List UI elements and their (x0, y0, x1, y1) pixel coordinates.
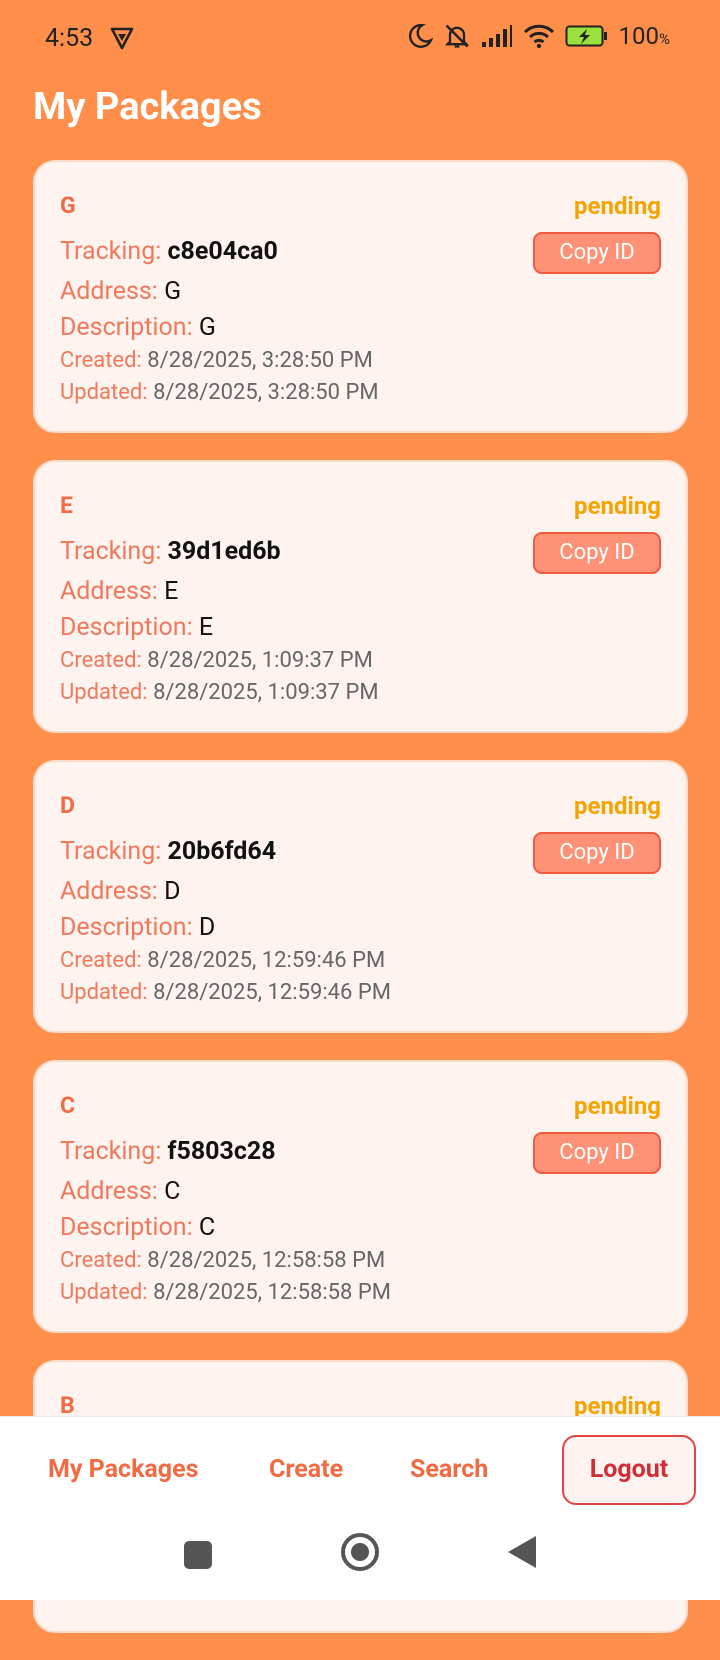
package-card: G pending Copy ID Tracking: c8e04ca0 Add… (33, 160, 688, 433)
copy-id-button[interactable]: Copy ID (533, 1132, 661, 1174)
created-value: 8/28/2025, 12:59:46 PM (147, 948, 386, 973)
package-name: E (60, 492, 73, 519)
description-row: Description: C (60, 1213, 215, 1242)
bell-off-icon (444, 24, 469, 48)
vpn-shield-icon (110, 27, 134, 50)
package-card: E pending Copy ID Tracking: 39d1ed6b Add… (33, 460, 688, 733)
status-badge: pending (574, 192, 661, 220)
description-row: Description: E (60, 613, 213, 642)
address-label: Address: (60, 277, 158, 306)
tracking-id: c8e04ca0 (167, 237, 278, 266)
description-value: D (198, 913, 216, 942)
updated-row: Updated: 8/28/2025, 1:09:37 PM (60, 680, 379, 705)
address-row: Address: G (60, 277, 181, 306)
description-label: Description: (60, 313, 193, 342)
updated-label: Updated: (60, 980, 148, 1005)
address-value: C (164, 1177, 181, 1206)
description-value: G (198, 313, 216, 342)
home-square-icon[interactable] (183, 1540, 213, 1570)
tracking-row: Tracking: c8e04ca0 (60, 237, 278, 266)
updated-label: Updated: (60, 380, 148, 405)
nav-my-packages[interactable]: My Packages (48, 1455, 198, 1484)
nav-search[interactable]: Search (410, 1455, 488, 1484)
tracking-id: 39d1ed6b (167, 537, 281, 566)
copy-id-button[interactable]: Copy ID (533, 832, 661, 874)
created-row: Created: 8/28/2025, 3:28:50 PM (60, 348, 373, 373)
address-row: Address: C (60, 1177, 180, 1206)
signal-icon (481, 25, 512, 47)
battery-charging-icon (565, 25, 607, 47)
copy-id-button[interactable]: Copy ID (533, 232, 661, 274)
description-label: Description: (60, 1213, 193, 1242)
tracking-label: Tracking: (60, 237, 162, 266)
tracking-label: Tracking: (60, 537, 162, 566)
tracking-id: f5803c28 (167, 1137, 276, 1166)
nav-create[interactable]: Create (269, 1455, 343, 1484)
status-badge: pending (574, 1092, 661, 1120)
status-time: 4:53 (45, 24, 94, 53)
created-row: Created: 8/28/2025, 12:59:46 PM (60, 948, 385, 973)
address-label: Address: (60, 577, 158, 606)
created-label: Created: (60, 648, 142, 673)
status-bar: 4:53 100% (0, 0, 720, 78)
created-label: Created: (60, 348, 142, 373)
updated-row: Updated: 8/28/2025, 12:58:58 PM (60, 1280, 391, 1305)
tracking-row: Tracking: f5803c28 (60, 1137, 276, 1166)
battery-level: 100 (618, 22, 659, 50)
tracking-label: Tracking: (60, 1137, 162, 1166)
address-label: Address: (60, 1177, 158, 1206)
created-value: 8/28/2025, 3:28:50 PM (147, 348, 373, 373)
created-label: Created: (60, 1248, 142, 1273)
address-value: G (164, 277, 182, 306)
updated-value: 8/28/2025, 1:09:37 PM (153, 680, 379, 705)
package-card: D pending Copy ID Tracking: 20b6fd64 Add… (33, 760, 688, 1033)
status-badge: pending (574, 792, 661, 820)
recents-circle-icon[interactable] (340, 1532, 380, 1572)
address-value: E (164, 577, 179, 606)
tracking-label: Tracking: (60, 837, 162, 866)
created-row: Created: 8/28/2025, 12:58:58 PM (60, 1248, 385, 1273)
description-row: Description: G (60, 313, 216, 342)
created-value: 8/28/2025, 1:09:37 PM (147, 648, 373, 673)
system-nav-bar (0, 1520, 720, 1600)
created-row: Created: 8/28/2025, 1:09:37 PM (60, 648, 373, 673)
address-row: Address: E (60, 577, 178, 606)
package-card: C pending Copy ID Tracking: f5803c28 Add… (33, 1060, 688, 1333)
battery-unit: % (659, 30, 670, 48)
package-name: B (60, 1392, 75, 1419)
tracking-row: Tracking: 39d1ed6b (60, 537, 281, 566)
description-value: E (198, 613, 214, 642)
package-name: C (60, 1092, 76, 1119)
logout-button[interactable]: Logout (562, 1435, 696, 1505)
updated-label: Updated: (60, 1280, 148, 1305)
updated-row: Updated: 8/28/2025, 3:28:50 PM (60, 380, 379, 405)
wifi-icon (523, 24, 554, 49)
address-row: Address: D (60, 877, 180, 906)
description-label: Description: (60, 913, 193, 942)
package-name: D (60, 792, 75, 819)
tracking-id: 20b6fd64 (167, 837, 277, 866)
address-value: D (164, 877, 181, 906)
updated-value: 8/28/2025, 12:59:46 PM (153, 980, 391, 1005)
address-label: Address: (60, 877, 158, 906)
package-name: G (60, 192, 76, 219)
updated-value: 8/28/2025, 3:28:50 PM (153, 380, 379, 405)
created-value: 8/28/2025, 12:58:58 PM (147, 1248, 386, 1273)
updated-row: Updated: 8/28/2025, 12:59:46 PM (60, 980, 391, 1005)
description-value: C (198, 1213, 216, 1242)
page-title: My Packages (33, 85, 262, 129)
tracking-row: Tracking: 20b6fd64 (60, 837, 276, 866)
back-triangle-icon[interactable] (506, 1534, 538, 1570)
bottom-nav: My Packages Create Search Logout (0, 1416, 720, 1521)
status-badge: pending (574, 492, 661, 520)
moon-icon (408, 23, 433, 48)
description-label: Description: (60, 613, 193, 642)
copy-id-button[interactable]: Copy ID (533, 532, 661, 574)
updated-label: Updated: (60, 680, 148, 705)
created-label: Created: (60, 948, 142, 973)
updated-value: 8/28/2025, 12:58:58 PM (153, 1280, 391, 1305)
description-row: Description: D (60, 913, 215, 942)
